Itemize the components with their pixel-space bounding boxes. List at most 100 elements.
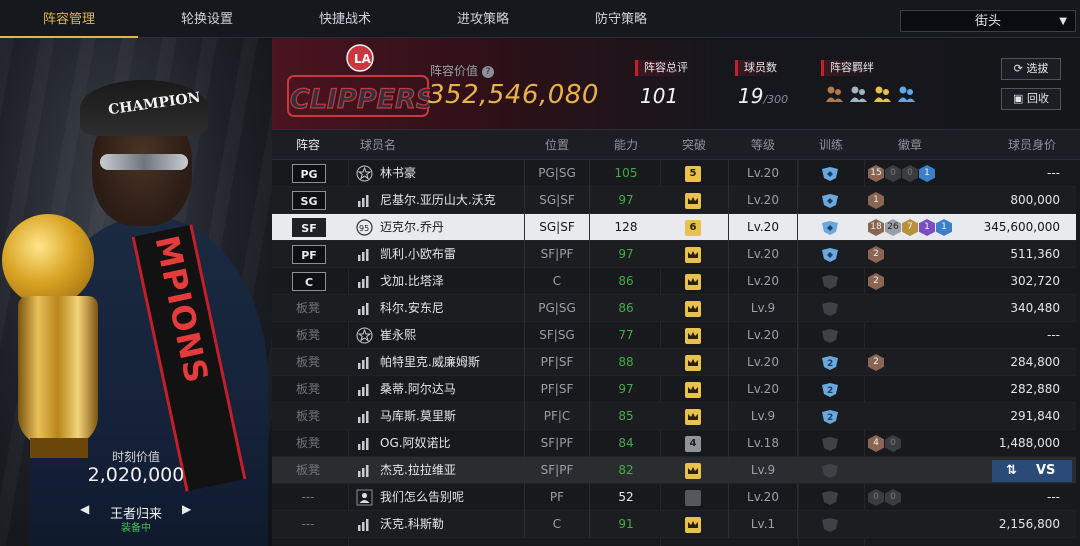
player-name[interactable]: 凯利.小欧布雷 <box>380 241 456 268</box>
table-row[interactable]: --- 我们怎么告别呢 PF 52 Lv.20 0 0 --- <box>272 484 1076 511</box>
player-position: PF|SF <box>524 376 590 403</box>
star-icon <box>356 165 373 182</box>
trophy-ball-art <box>2 214 94 306</box>
player-name[interactable]: 科尔.安东尼 <box>380 295 444 322</box>
crown-icon <box>685 328 701 344</box>
table-row[interactable]: 板凳 OG.阿奴诺比 SF|PF 84 4 Lv.18 4 0 1,488,000 <box>272 430 1076 457</box>
chemistry-gold-icon[interactable] <box>872 84 892 104</box>
badge-icon[interactable]: 1 <box>919 165 935 182</box>
training-shield-icon[interactable] <box>820 220 840 236</box>
col-salary[interactable]: 球员身价 <box>992 130 1072 160</box>
badge-icon[interactable]: 2 <box>868 354 884 371</box>
player-ability: 97 <box>618 247 634 261</box>
player-name[interactable]: 我们怎么告别呢 <box>380 484 464 511</box>
col-breakthrough[interactable]: 突破 <box>660 130 728 160</box>
training-shield-icon[interactable]: 2 <box>820 355 840 371</box>
help-icon[interactable]: ? <box>482 65 495 78</box>
training-shield-icon[interactable]: 2 <box>820 382 840 398</box>
player-name[interactable]: 帕特里克.威廉姆斯 <box>380 349 480 376</box>
tab-offense[interactable]: 进攻策略 <box>414 0 552 38</box>
player-name[interactable]: 尼基尔.亚历山大.沃克 <box>380 187 496 214</box>
training-locked-icon[interactable] <box>820 301 840 317</box>
col-training[interactable]: 训练 <box>798 130 864 160</box>
badge-icon[interactable]: 1 <box>936 219 952 236</box>
player-level: Lv.9 <box>728 457 798 484</box>
chemistry-silver-icon[interactable] <box>848 84 868 104</box>
player-name[interactable]: 林书豪 <box>380 160 416 187</box>
table-row[interactable]: 板凳 崔永熙 SF|SG 77 Lv.20 --- <box>272 322 1076 349</box>
badge-icon[interactable]: 15 <box>868 165 884 182</box>
col-lineup[interactable]: 阵容 <box>286 130 330 160</box>
breakthrough-badge: 6 <box>685 220 701 236</box>
table-row[interactable]: 板凳 杰克.拉拉维亚 SF|PF 82 Lv.9 ⇅ VS <box>272 457 1076 484</box>
lineup-slot-label: --- <box>301 490 315 504</box>
player-name[interactable]: 崔永熙 <box>380 322 416 349</box>
badge-icon[interactable]: 0 <box>885 435 901 452</box>
training-shield-icon[interactable] <box>820 166 840 182</box>
next-skin-icon[interactable]: ▶ <box>182 502 191 516</box>
table-row[interactable]: PG 林书豪 PG|SG 105 5 Lv.20 15 0 0 1 --- <box>272 160 1076 187</box>
player-name[interactable]: OG.阿奴诺比 <box>380 430 451 457</box>
table-row[interactable]: 板凳 科尔.安东尼 PG|SG 86 Lv.9 340,480 <box>272 295 1076 322</box>
prev-skin-icon[interactable]: ◀ <box>80 502 89 516</box>
chemistry-bronze-icon[interactable] <box>824 84 844 104</box>
player-name[interactable]: 沃克.科斯勒 <box>380 511 444 538</box>
table-row[interactable]: SF 95 迈克尔.乔丹 SG|SF 128 6 Lv.20 18 26 7 1 1 345,600,0… <box>272 214 1076 241</box>
mode-select[interactable]: 街头 ▼ <box>900 10 1076 32</box>
training-locked-icon[interactable] <box>820 436 840 452</box>
badge-icon[interactable]: 2 <box>868 273 884 290</box>
table-row[interactable]: --- 沃克.科斯勒 C 91 Lv.1 2,156,800 <box>272 511 1076 538</box>
badge-icon[interactable]: 18 <box>868 219 884 236</box>
training-locked-icon[interactable] <box>820 328 840 344</box>
player-name[interactable]: 戈加.比塔泽 <box>380 268 444 295</box>
table-row[interactable]: 板凳 马库斯.莫里斯 PF|C 85 Lv.9 2 291,840 <box>272 403 1076 430</box>
badge-icon[interactable]: 0 <box>868 489 884 506</box>
scout-button[interactable]: ⟳ 选拔 <box>1001 58 1061 80</box>
swap-compare-button[interactable]: ⇅ VS <box>992 460 1072 482</box>
chemistry-blue-icon[interactable] <box>896 84 916 104</box>
training-locked-icon[interactable] <box>820 274 840 290</box>
player-name[interactable]: 杰克.拉拉维亚 <box>380 457 456 484</box>
table-row[interactable]: C 戈加.比塔泽 C 86 Lv.20 2 302,720 <box>272 268 1076 295</box>
moment-value: 2,020,000 <box>87 464 185 486</box>
table-row[interactable]: 板凳 帕特里克.威廉姆斯 PF|SF 88 Lv.20 2 2 284,800 <box>272 349 1076 376</box>
table-row[interactable]: SG 尼基尔.亚历山大.沃克 SG|SF 97 Lv.20 1 800,000 <box>272 187 1076 214</box>
tab-quick-tactics[interactable]: 快捷战术 <box>276 0 414 38</box>
col-name[interactable]: 球员名 <box>356 130 400 160</box>
badge-icon[interactable]: 2 <box>868 246 884 263</box>
col-level[interactable]: 等级 <box>728 130 798 160</box>
table-row[interactable]: 板凳 桑蒂.阿尔达马 PF|SF 97 Lv.20 2 282,880 <box>272 376 1076 403</box>
training-shield-icon[interactable] <box>820 193 840 209</box>
svg-text:2: 2 <box>827 386 833 396</box>
caret-down-icon: ▼ <box>1059 16 1067 27</box>
col-ability[interactable]: 能力 <box>592 130 660 160</box>
badge-icon[interactable]: 0 <box>902 165 918 182</box>
training-shield-icon[interactable]: 2 <box>820 409 840 425</box>
training-locked-icon[interactable] <box>820 463 840 479</box>
badge-icon[interactable]: 0 <box>885 489 901 506</box>
lineup-screen: 阵容管理 轮换设置 快捷战术 进攻策略 防守策略 街头 ▼ MPIONS CHA… <box>0 0 1080 546</box>
recycle-button[interactable]: ▣ 回收 <box>1001 88 1061 110</box>
badge-icon[interactable]: 1 <box>868 192 884 209</box>
table-row[interactable]: PF 凯利.小欧布雷 SF|PF 97 Lv.20 2 511,360 <box>272 241 1076 268</box>
badge-icon[interactable]: 4 <box>868 435 884 452</box>
training-shield-icon[interactable] <box>820 247 840 263</box>
svg-text:2: 2 <box>827 413 833 423</box>
player-level: Lv.20 <box>728 214 798 241</box>
tab-lineup[interactable]: 阵容管理 <box>0 0 138 38</box>
player-name[interactable]: 马库斯.莫里斯 <box>380 403 456 430</box>
training-locked-icon[interactable] <box>820 517 840 533</box>
badge-icon[interactable]: 0 <box>885 165 901 182</box>
badge-icon[interactable]: 26 <box>885 219 901 236</box>
tab-defense[interactable]: 防守策略 <box>552 0 690 38</box>
col-position[interactable]: 位置 <box>524 130 590 160</box>
player-name[interactable]: 迈克尔.乔丹 <box>380 214 444 241</box>
player-name[interactable]: 桑蒂.阿尔达马 <box>380 376 456 403</box>
col-badges[interactable]: 徽章 <box>864 130 956 160</box>
player-ability: 128 <box>614 220 638 234</box>
badge-icon[interactable]: 1 <box>919 219 935 236</box>
training-locked-icon[interactable] <box>820 490 840 506</box>
badge-icon[interactable]: 7 <box>902 219 918 236</box>
crown-icon <box>685 355 701 371</box>
tab-rotation[interactable]: 轮换设置 <box>138 0 276 38</box>
